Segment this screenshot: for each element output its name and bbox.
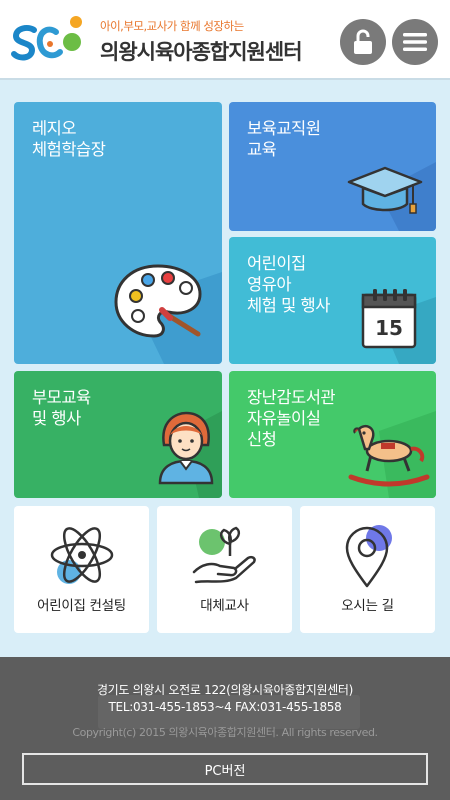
footer-copyright: Copyright(c) 2015 의왕시육아종합지원센터. All right… [72,726,378,739]
tile-lego-experience[interactable]: 레지오 체험학습장 [14,102,222,364]
slogan: 아이,부모,교사가 함께 성장하는 [100,19,244,33]
site-title[interactable]: 의왕시육아종합지원센터 [100,36,303,66]
tile-parent-education[interactable]: 부모교육 및 행사 [14,371,222,498]
tile-label: 레지오 체험학습장 [32,119,106,159]
tile-toy-library[interactable]: 장난감도서관 자유놀이실 신청 [229,371,436,498]
tile-teacher-education[interactable]: 보육교직원 교육 [229,102,436,231]
hand-sprout-icon [192,526,256,584]
unlock-icon [354,29,372,54]
tile-label: 어린이집 영유아 체험 및 행사 [247,254,330,315]
footer-phone-fax[interactable]: TEL:031-455-1853~4 FAX:031-455-1858 [0,700,450,714]
tile-label: 장난감도서관 자유놀이실 신청 [247,388,336,449]
tile-label: 보육교직원 교육 [247,119,321,159]
tile-daycare-consulting[interactable]: 어린이집 컨설팅 [14,506,149,633]
unlock-button[interactable] [340,19,386,65]
tile-directions[interactable]: 오시는 길 [300,506,435,633]
tile-label: 대체교사 [200,598,249,614]
footer-address: 경기도 의왕시 오전로 122(의왕시육아종합지원센터) [96,683,354,697]
menu-button[interactable] [392,19,438,65]
tile-label: 부모교육 및 행사 [32,388,91,428]
palette-icon [114,264,202,338]
calendar-day: 15 [375,316,403,340]
site-logo[interactable] [10,14,90,64]
mother-icon [158,411,214,485]
atom-icon [50,527,114,584]
graduation-cap-icon [347,166,423,214]
pc-version-button[interactable]: PC버전 [22,753,428,785]
hamburger-menu-icon [403,33,427,51]
tile-child-events[interactable]: 어린이집 영유아 체험 및 행사 15 [229,237,436,364]
tile-label: 어린이집 컨설팅 [37,598,126,614]
rocking-horse-icon [348,425,430,487]
footer: 경기도 의왕시 오전로 122(의왕시육아종합지원센터) TEL:031-455… [0,657,450,800]
map-pin-icon [345,525,392,588]
calendar-icon: 15 [361,289,417,349]
tile-label: 오시는 길 [341,598,394,614]
tile-substitute-teacher[interactable]: 대체교사 [157,506,292,633]
header: 아이,부모,교사가 함께 성장하는 의왕시육아종합지원센터 [0,0,450,80]
